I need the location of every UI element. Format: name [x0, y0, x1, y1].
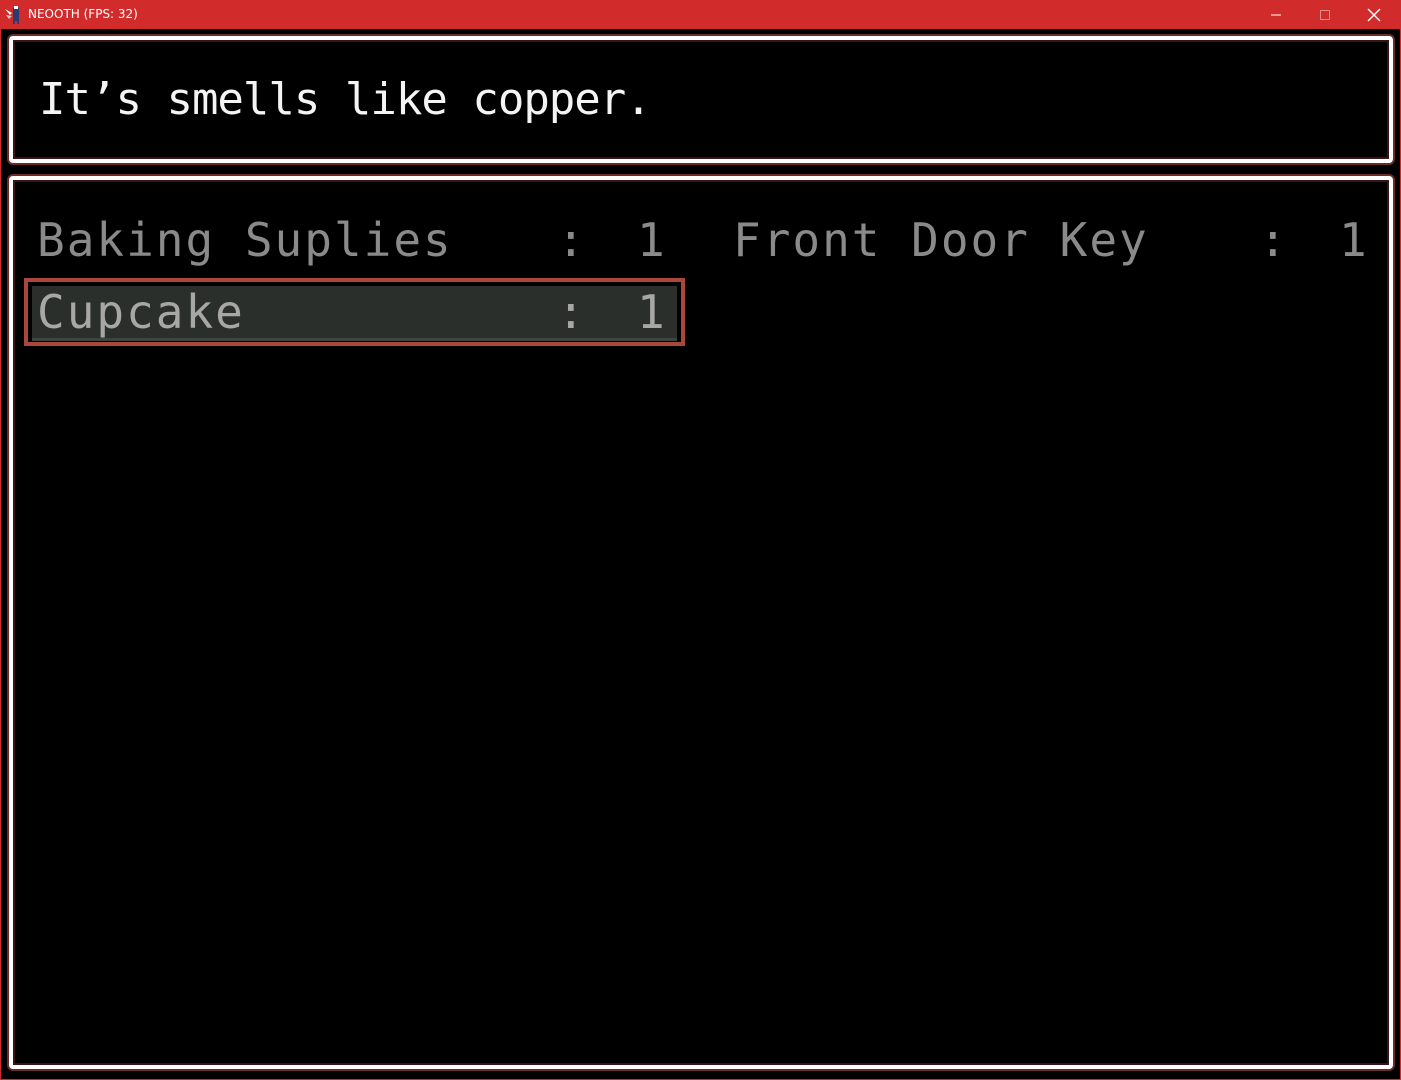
inventory-item[interactable]: Baking Suplies : 1: [37, 208, 677, 272]
inventory-panel: Baking Suplies : 1 Front Door Key : 1 Cu…: [9, 176, 1393, 1069]
inventory-item-separator: :: [557, 285, 587, 339]
inventory-item-name: Front Door Key: [733, 213, 1149, 267]
close-icon: [1367, 8, 1381, 22]
inventory-item-quantity: 1: [637, 285, 667, 339]
title-bar[interactable]: NEOOTH (FPS: 32): [0, 0, 1401, 29]
game-app-icon: [4, 5, 23, 24]
message-box: It’s smells like copper.: [9, 36, 1393, 163]
close-button[interactable]: [1349, 0, 1399, 29]
minimize-button[interactable]: [1251, 0, 1301, 29]
inventory-item-name: Baking Suplies: [37, 213, 453, 267]
maximize-icon: [1319, 9, 1331, 21]
inventory-item-name: Cupcake: [37, 285, 245, 339]
minimize-icon: [1270, 9, 1282, 21]
inventory-item[interactable]: Front Door Key : 1: [733, 208, 1373, 272]
message-text: It’s smells like copper.: [39, 74, 652, 125]
window-border-left: [0, 29, 1, 1080]
maximize-button[interactable]: [1300, 0, 1350, 29]
inventory-item-quantity: 1: [637, 213, 667, 267]
inventory-item-quantity: 1: [1339, 213, 1369, 267]
window-title: NEOOTH (FPS: 32): [28, 7, 138, 21]
inventory-item-separator: :: [1259, 213, 1289, 267]
inventory-item-selected[interactable]: Cupcake : 1: [24, 278, 685, 346]
inventory-item-separator: :: [557, 213, 587, 267]
